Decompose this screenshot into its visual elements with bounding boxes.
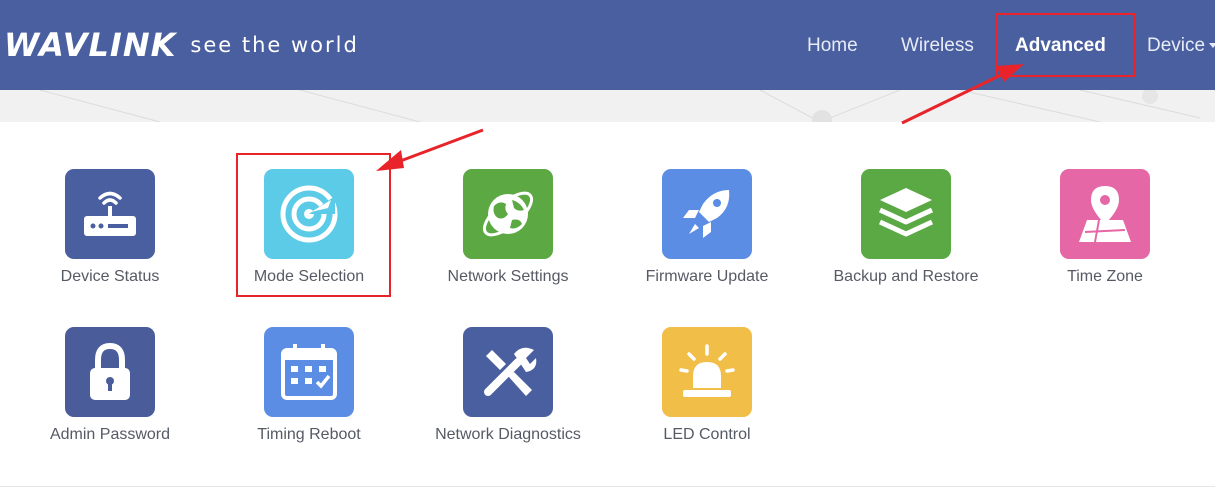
tile-firmware-update[interactable]: Firmware Update bbox=[607, 169, 807, 286]
tile-led-control[interactable]: LED Control bbox=[607, 327, 807, 444]
nav-device[interactable]: Device bbox=[1147, 0, 1215, 90]
tile-network-settings[interactable]: Network Settings bbox=[408, 169, 608, 286]
nav-wireless[interactable]: Wireless bbox=[901, 0, 974, 90]
nav-home[interactable]: Home bbox=[807, 0, 858, 90]
tile-icon-box bbox=[861, 169, 951, 259]
tile-label: Timing Reboot bbox=[257, 426, 361, 443]
advanced-highlight-box bbox=[996, 13, 1135, 77]
nav-device-label: Device bbox=[1147, 35, 1206, 56]
tile-icon-box bbox=[264, 327, 354, 417]
tile-label: Network Diagnostics bbox=[435, 426, 581, 443]
tile-timing-reboot[interactable]: Timing Reboot bbox=[209, 327, 409, 444]
tile-icon-box bbox=[463, 169, 553, 259]
tile-label: Network Settings bbox=[447, 268, 569, 285]
logo-tagline: see the world bbox=[190, 33, 359, 57]
tile-label: Device Status bbox=[60, 268, 160, 285]
tile-device-status[interactable]: Device Status bbox=[10, 169, 210, 286]
tile-network-diagnostics[interactable]: Network Diagnostics bbox=[408, 327, 608, 444]
tile-time-zone[interactable]: Time Zone bbox=[1005, 169, 1205, 286]
globe-icon bbox=[482, 191, 534, 237]
map-pin-icon bbox=[1079, 186, 1131, 243]
brand-logo[interactable]: WAVLINK see the world bbox=[4, 28, 359, 62]
chevron-down-icon bbox=[1209, 43, 1215, 49]
tile-icon-box bbox=[65, 169, 155, 259]
tile-label: Firmware Update bbox=[645, 268, 769, 285]
logo-wordmark: WAVLINK bbox=[4, 26, 177, 64]
tile-icon-box bbox=[662, 169, 752, 259]
tile-icon-box bbox=[65, 327, 155, 417]
footer-divider bbox=[0, 486, 1215, 487]
layers-icon bbox=[878, 188, 934, 237]
tile-icon-box bbox=[1060, 169, 1150, 259]
tile-label: Admin Password bbox=[49, 426, 171, 443]
router-icon bbox=[84, 191, 136, 236]
rocket-icon bbox=[683, 190, 730, 238]
tile-backup-and-restore[interactable]: Backup and Restore bbox=[806, 169, 1006, 286]
mode-selection-highlight-box bbox=[236, 153, 391, 297]
tile-icon-box bbox=[463, 327, 553, 417]
tile-label: LED Control bbox=[663, 426, 751, 443]
tile-icon-box bbox=[662, 327, 752, 417]
alarm-light-icon bbox=[679, 344, 735, 397]
calendar-icon bbox=[281, 344, 337, 400]
tile-label: Time Zone bbox=[1067, 268, 1143, 285]
tile-admin-password[interactable]: Admin Password bbox=[10, 327, 210, 444]
network-pattern-decoration bbox=[39, 90, 1201, 122]
background-banner bbox=[0, 90, 1215, 122]
tile-label: Backup and Restore bbox=[833, 268, 979, 285]
tools-icon bbox=[484, 347, 537, 396]
lock-icon bbox=[90, 342, 130, 400]
